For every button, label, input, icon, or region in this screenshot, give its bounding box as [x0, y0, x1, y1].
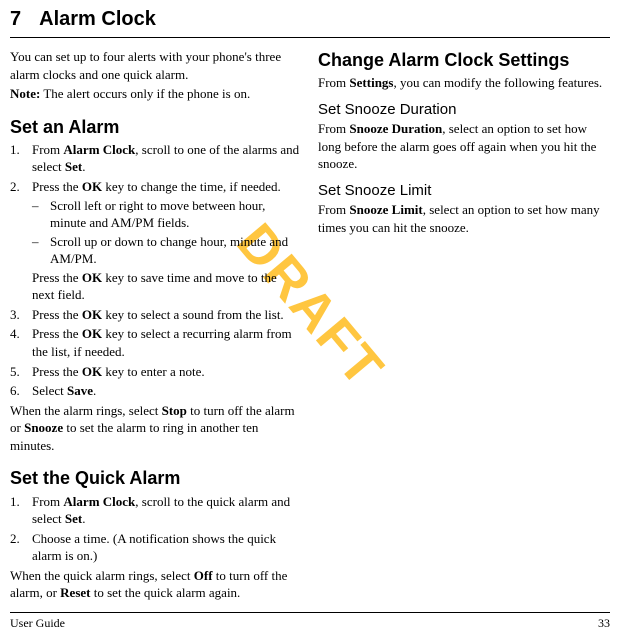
chapter-number: 7 — [10, 8, 21, 30]
intro-note: Note: The alert occurs only if the phone… — [10, 85, 302, 103]
footer-left: User Guide — [10, 615, 65, 631]
page-footer: User Guide 33 — [10, 612, 610, 631]
change-settings-intro: From Settings, you can modify the follow… — [318, 74, 610, 92]
qa-step-1: From Alarm Clock, scroll to the quick al… — [10, 493, 302, 528]
quick-alarm-steps: From Alarm Clock, scroll to the quick al… — [10, 493, 302, 565]
snooze-duration-heading: Set Snooze Duration — [318, 100, 610, 120]
qa-step-2: Choose a time. (A notification shows the… — [10, 530, 302, 565]
change-settings-heading: Change Alarm Clock Settings — [318, 48, 610, 72]
snooze-limit-text: From Snooze Limit, select an option to s… — [318, 201, 610, 236]
step-5: Press the OK key to enter a note. — [10, 363, 302, 381]
step-6: Select Save. — [10, 382, 302, 400]
step-4: Press the OK key to select a recurring a… — [10, 325, 302, 360]
step-2-sublist: Scroll left or right to move between hou… — [32, 197, 302, 268]
footer-page-number: 33 — [598, 615, 610, 631]
intro-paragraph: You can set up to four alerts with your … — [10, 48, 302, 83]
step-1: From Alarm Clock, scroll to one of the a… — [10, 141, 302, 176]
sub-2: Scroll up or down to change hour, minute… — [32, 233, 302, 268]
chapter-name: Alarm Clock — [39, 8, 156, 30]
sub-1: Scroll left or right to move between hou… — [32, 197, 302, 232]
set-alarm-after: When the alarm rings, select Stop to tur… — [10, 402, 302, 455]
note-text: The alert occurs only if the phone is on… — [40, 86, 250, 101]
set-alarm-steps: From Alarm Clock, scroll to one of the a… — [10, 141, 302, 400]
body-columns: You can set up to four alerts with your … — [10, 48, 610, 603]
step-3: Press the OK key to select a sound from … — [10, 306, 302, 324]
chapter-title: 7 Alarm Clock — [10, 6, 610, 38]
quick-alarm-after: When the quick alarm rings, select Off t… — [10, 567, 302, 602]
step-2-post: Press the OK key to save time and move t… — [32, 269, 302, 304]
quick-alarm-heading: Set the Quick Alarm — [10, 466, 302, 490]
step-2: Press the OK key to change the time, if … — [10, 178, 302, 304]
note-label: Note: — [10, 86, 40, 101]
snooze-duration-text: From Snooze Duration, select an option t… — [318, 120, 610, 173]
snooze-limit-heading: Set Snooze Limit — [318, 181, 610, 201]
set-alarm-heading: Set an Alarm — [10, 115, 302, 139]
